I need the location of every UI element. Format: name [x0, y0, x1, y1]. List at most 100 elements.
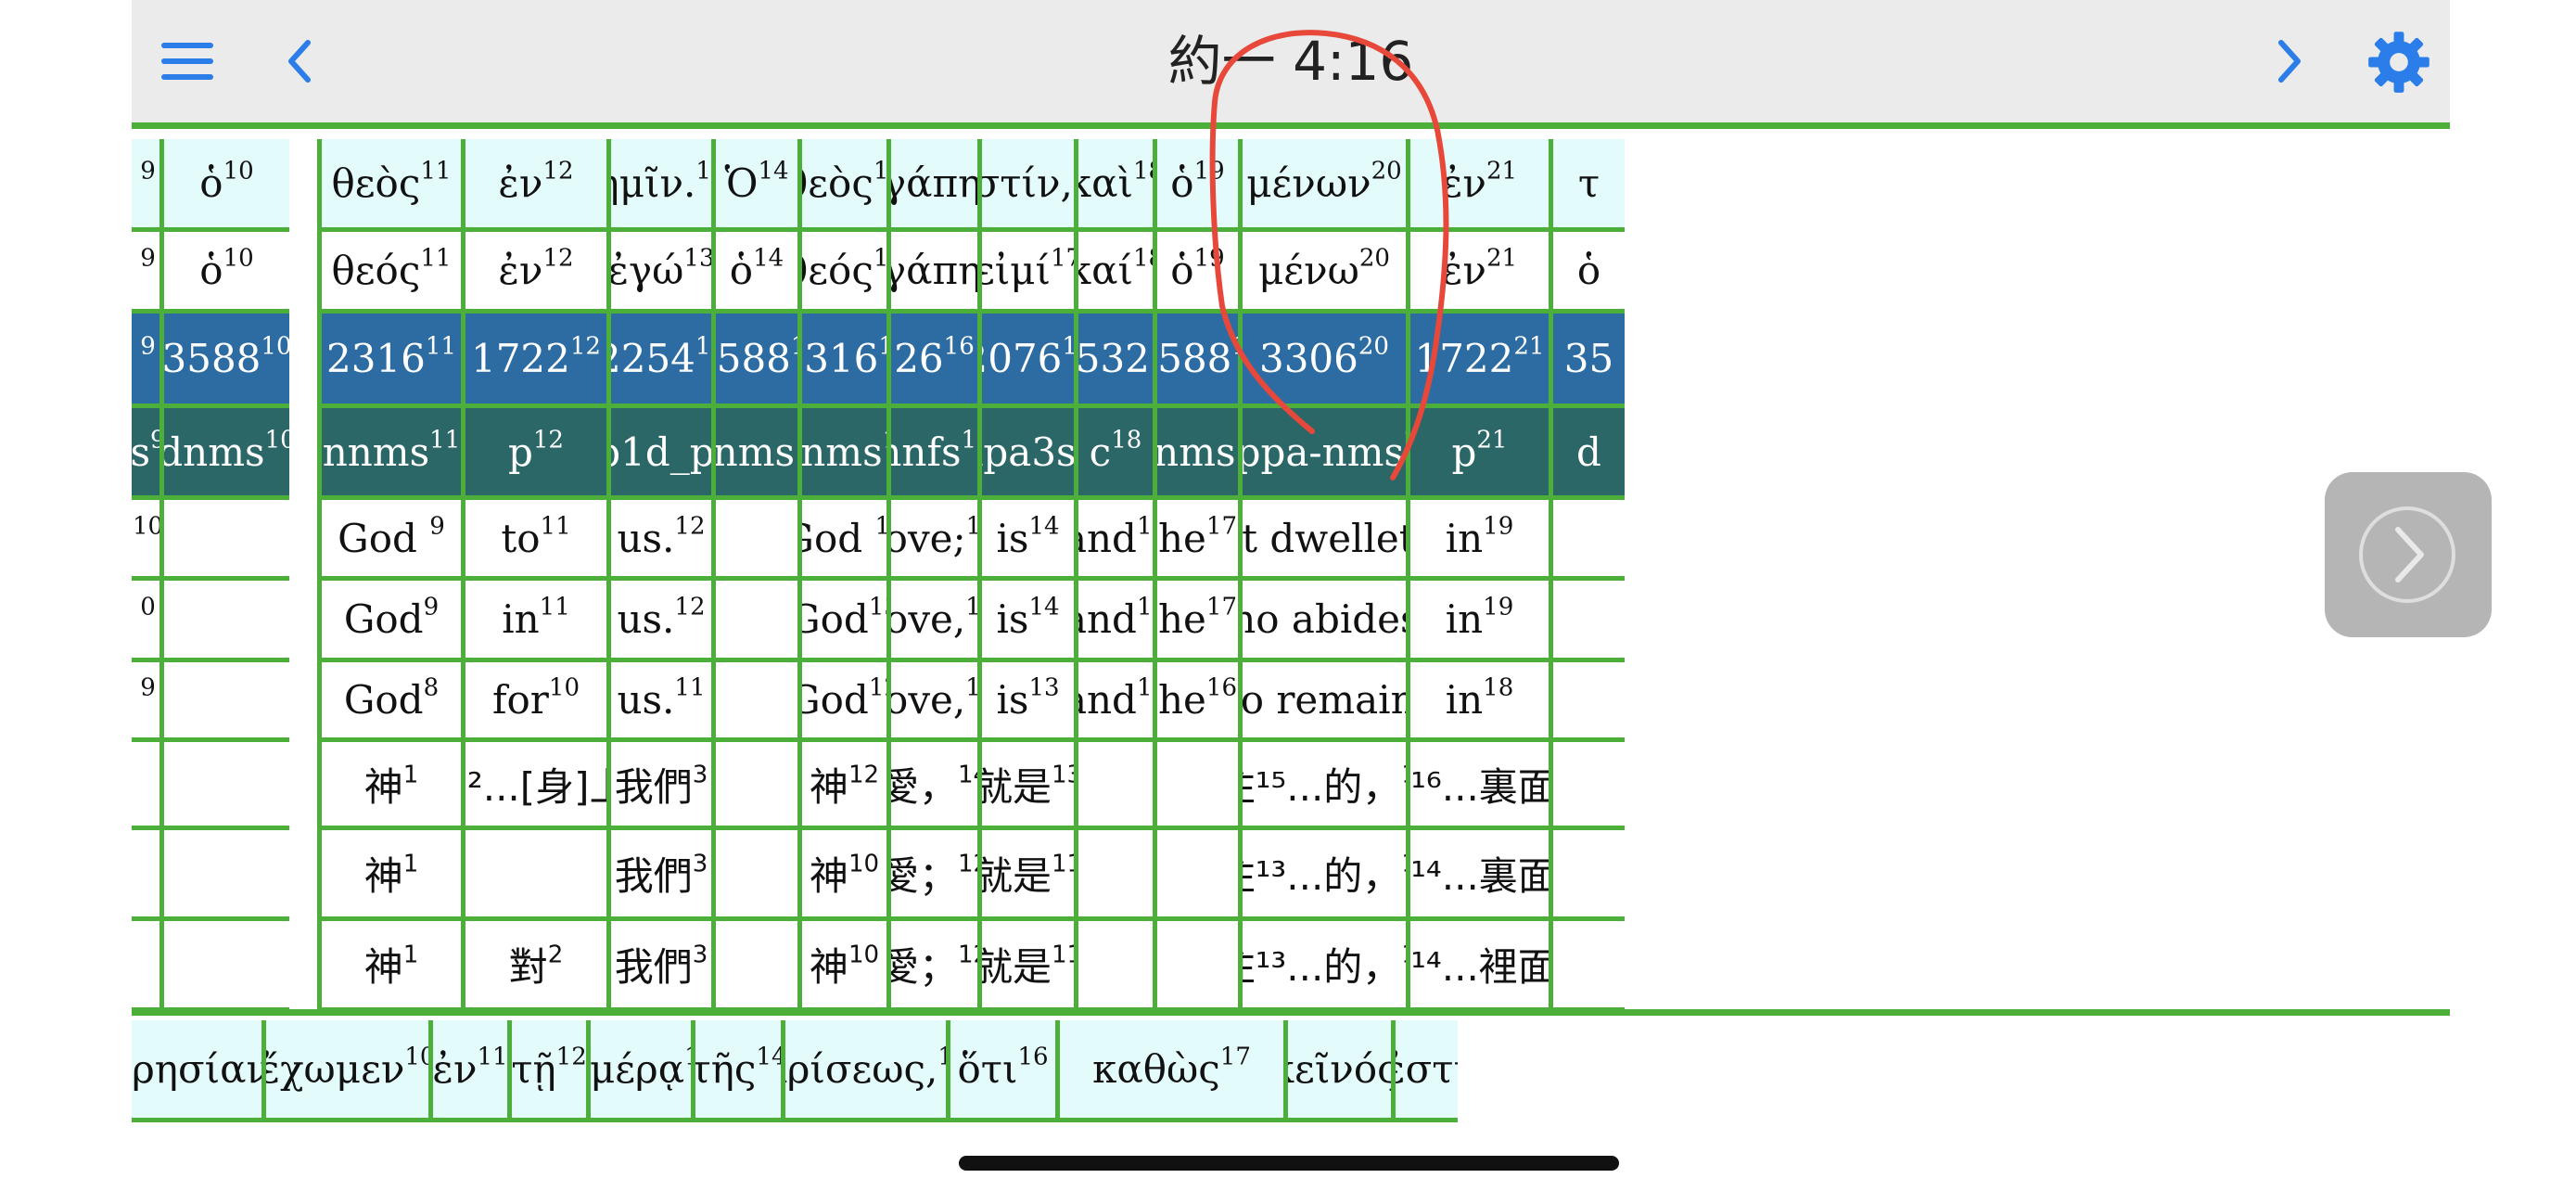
- next-verse-cell-greek[interactable]: καθὼς17: [1055, 1020, 1283, 1122]
- verse-cell-chinese[interactable]: 在¹⁶...裏面18: [1406, 742, 1549, 830]
- verse-cell-chinese[interactable]: [1074, 830, 1153, 921]
- verse-cell-chinese[interactable]: 我們3: [606, 830, 711, 921]
- verse-cell-english[interactable]: who remains17: [1238, 662, 1406, 742]
- verse-cell-greek[interactable]: ἐν21: [1406, 139, 1549, 232]
- verse-cell-lemma[interactable]: ὁ10: [159, 232, 289, 314]
- next-verse-cell-greek[interactable]: ἐκεῖνός18: [1283, 1020, 1391, 1122]
- verse-cell-chinese[interactable]: 神10: [797, 921, 886, 1012]
- next-verse-cell-greek[interactable]: ἐστι: [1391, 1020, 1458, 1122]
- verse-cell-english[interactable]: and15: [1074, 662, 1153, 742]
- next-verse-button[interactable]: [2325, 472, 2492, 637]
- verse-cell-chinese[interactable]: [1153, 921, 1238, 1012]
- verse-cell-english[interactable]: and16: [1074, 500, 1153, 581]
- verse-cell-chinese[interactable]: 住¹³...的，17: [1238, 921, 1406, 1012]
- verse-cell-english[interactable]: us.12: [606, 581, 711, 662]
- verse-cell-english[interactable]: love,14: [886, 662, 977, 742]
- verse-cell-morph[interactable]: dnms19: [1153, 408, 1238, 500]
- verse-cell-english[interactable]: God9: [317, 581, 461, 662]
- verse-cell-morph[interactable]: dnms14: [711, 408, 797, 500]
- home-indicator[interactable]: [959, 1156, 1619, 1171]
- verse-cell-strongs[interactable]: 207617: [977, 314, 1074, 408]
- verse-cell-english[interactable]: love,15: [886, 581, 977, 662]
- verse-cell-english[interactable]: [711, 581, 797, 662]
- verse-cell-english[interactable]: who abides18: [1238, 581, 1406, 662]
- verse-cell-english[interactable]: to11: [461, 500, 606, 581]
- verse-cell-english[interactable]: us.12: [606, 500, 711, 581]
- verse-cell-english[interactable]: love;15: [886, 500, 977, 581]
- verse-cell-greek[interactable]: ὁ10: [159, 139, 289, 232]
- verse-cell-strongs[interactable]: 172212: [461, 314, 606, 408]
- verse-cell-english[interactable]: [711, 500, 797, 581]
- verse-cell-greek[interactable]: θεὸς11: [317, 139, 461, 232]
- verse-cell-english[interactable]: in11: [461, 581, 606, 662]
- verse-cell-english[interactable]: is14: [977, 581, 1074, 662]
- verse-cell-english[interactable]: God13: [797, 581, 886, 662]
- verse-cell-greek[interactable]: ὁ19: [1153, 139, 1238, 232]
- verse-cell-chinese[interactable]: 住¹⁵...的，19: [1238, 742, 1406, 830]
- verse-cell-chinese[interactable]: 我們3: [606, 921, 711, 1012]
- next-verse-cell-greek[interactable]: παρρησίαν9: [132, 1020, 261, 1122]
- verse-cell-chinese[interactable]: [461, 830, 606, 921]
- verse-cell-chinese[interactable]: 就是11: [977, 830, 1074, 921]
- verse-cell-english[interactable]: in19: [1406, 581, 1549, 662]
- verse-cell-greek[interactable]: Ὁ14: [711, 139, 797, 232]
- verse-cell-chinese[interactable]: 對2: [461, 921, 606, 1012]
- verse-cell-chinese[interactable]: [1549, 921, 1625, 1012]
- verse-cell-morph[interactable]: rp1d_p13: [606, 408, 711, 500]
- verse-cell-morph[interactable]: d: [1549, 408, 1625, 500]
- verse-cell-morph[interactable]: nnms11: [317, 408, 461, 500]
- verse-cell-strongs[interactable]: 358810: [159, 314, 289, 408]
- verse-cell-chinese[interactable]: 就是13: [977, 742, 1074, 830]
- verse-cell-greek[interactable]: ἐν12: [461, 139, 606, 232]
- next-verse-cell-greek[interactable]: τῆς14: [691, 1020, 781, 1122]
- verse-cell-english[interactable]: God 9: [317, 500, 461, 581]
- verse-cell-lemma[interactable]: ἐν21: [1406, 232, 1549, 314]
- verse-cell-greek[interactable]: ἡμῖν.13: [606, 139, 711, 232]
- verse-cell-greek[interactable]: τ: [1549, 139, 1625, 232]
- verse-cell-strongs[interactable]: 225413: [606, 314, 711, 408]
- verse-cell-lemma[interactable]: μένω20: [1238, 232, 1406, 314]
- verse-cell-strongs[interactable]: 358814: [711, 314, 797, 408]
- verse-cell-lemma[interactable]: ἐν12: [461, 232, 606, 314]
- verse-cell-chinese[interactable]: 愛；12: [886, 830, 977, 921]
- verse-cell-strongs[interactable]: 35: [1549, 314, 1625, 408]
- verse-cell-english[interactable]: is13: [977, 662, 1074, 742]
- verse-cell-english[interactable]: [711, 662, 797, 742]
- verse-cell-morph[interactable]: p21: [1406, 408, 1549, 500]
- verse-cell-chinese[interactable]: [159, 742, 289, 830]
- chapter-title[interactable]: 約一 4:16: [132, 0, 2450, 122]
- verse-cell-strongs[interactable]: 253218: [1074, 314, 1153, 408]
- verse-cell-english[interactable]: God12: [797, 662, 886, 742]
- verse-cell-lemma[interactable]: θεός15: [797, 232, 886, 314]
- verse-cell-chinese[interactable]: [159, 830, 289, 921]
- verse-cell-greek[interactable]: καὶ18: [1074, 139, 1153, 232]
- verse-cell-morph[interactable]: nnms15: [797, 408, 886, 500]
- verse-cell-strongs[interactable]: 231611: [317, 314, 461, 408]
- verse-cell-chinese[interactable]: [159, 921, 289, 1012]
- verse-cell-chinese[interactable]: 神1: [317, 830, 461, 921]
- verse-cell-strongs[interactable]: 330620: [1238, 314, 1406, 408]
- verse-cell-english[interactable]: that dwelleth18: [1238, 500, 1406, 581]
- verse-cell-chinese[interactable]: 神1: [317, 921, 461, 1012]
- verse-cell-english[interactable]: [1549, 581, 1625, 662]
- verse-cell-chinese[interactable]: [711, 830, 797, 921]
- verse-cell-english[interactable]: God8: [317, 662, 461, 742]
- verse-cell-english[interactable]: he16: [1153, 662, 1238, 742]
- next-verse-cell-greek[interactable]: ἡμέρᾳ13: [586, 1020, 691, 1122]
- verse-cell-chinese[interactable]: 在¹⁴...裡面16: [1406, 921, 1549, 1012]
- verse-cell-chinese[interactable]: 就是11: [977, 921, 1074, 1012]
- verse-cell-chinese[interactable]: 愛，14: [886, 742, 977, 830]
- verse-cell-chinese[interactable]: [711, 921, 797, 1012]
- gear-icon[interactable]: [2366, 30, 2431, 95]
- verse-cell-english[interactable]: in18: [1406, 662, 1549, 742]
- verse-cell-strongs[interactable]: 231615: [797, 314, 886, 408]
- verse-cell-chinese[interactable]: 我們3: [606, 742, 711, 830]
- verse-cell-chinese[interactable]: 愛；12: [886, 921, 977, 1012]
- verse-cell-greek[interactable]: ἐστίν,17: [977, 139, 1074, 232]
- verse-cell-english[interactable]: is14: [977, 500, 1074, 581]
- verse-cell-chinese[interactable]: [1549, 830, 1625, 921]
- verse-cell-lemma[interactable]: καί18: [1074, 232, 1153, 314]
- verse-cell-lemma[interactable]: εἰμί17: [977, 232, 1074, 314]
- verse-cell-chinese[interactable]: [1074, 921, 1153, 1012]
- verse-cell-chinese[interactable]: 神10: [797, 830, 886, 921]
